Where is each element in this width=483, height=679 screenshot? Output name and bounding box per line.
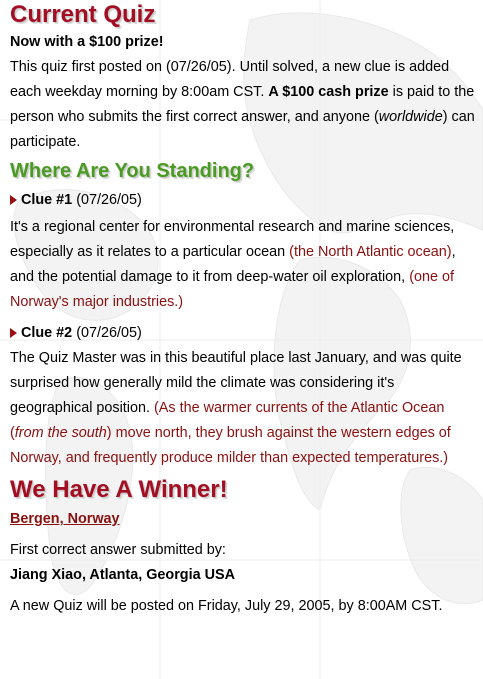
standing-heading: Where Are You Standing? — [10, 160, 255, 182]
submitted-by-label: First correct answer submitted by: — [10, 542, 226, 558]
quiz-content: Current Quiz Now with a $100 prize! This… — [0, 0, 483, 619]
clue-2-header: Clue #2 (07/26/05) — [10, 321, 477, 346]
worldwide-text: worldwide — [378, 109, 443, 125]
clue-1-label: Clue #1 — [21, 192, 73, 208]
answer-row: Bergen, Norway — [10, 507, 477, 532]
winner-name: Jiang Xiao, Atlanta, Georgia USA — [10, 567, 235, 583]
triangle-bullet-icon — [10, 195, 17, 205]
clue-2-date: (07/26/05) — [72, 325, 142, 341]
clue-1-hint-1: (the North Atlantic ocean) — [289, 244, 452, 260]
next-quiz-notice: A new Quiz will be posted on Friday, Jul… — [10, 598, 443, 614]
current-quiz-heading: Current Quiz — [10, 1, 156, 28]
triangle-bullet-icon — [10, 328, 17, 338]
clue-1-header: Clue #1 (07/26/05) — [10, 188, 477, 213]
clue-2-text: The Quiz Master was in this beautiful pl… — [10, 350, 462, 466]
clue-1-text: It's a regional center for environmental… — [10, 219, 456, 310]
cash-prize-text: A $100 cash prize — [268, 84, 389, 100]
clue-1-date: (07/26/05) — [72, 192, 142, 208]
winner-heading: We Have A Winner! — [10, 476, 228, 503]
clue-2-label: Clue #2 — [21, 325, 73, 341]
answer-link[interactable]: Bergen, Norway — [10, 511, 120, 527]
prize-subheading: Now with a $100 prize! — [10, 34, 164, 50]
quiz-intro: This quiz first posted on (07/26/05). Un… — [10, 59, 475, 150]
